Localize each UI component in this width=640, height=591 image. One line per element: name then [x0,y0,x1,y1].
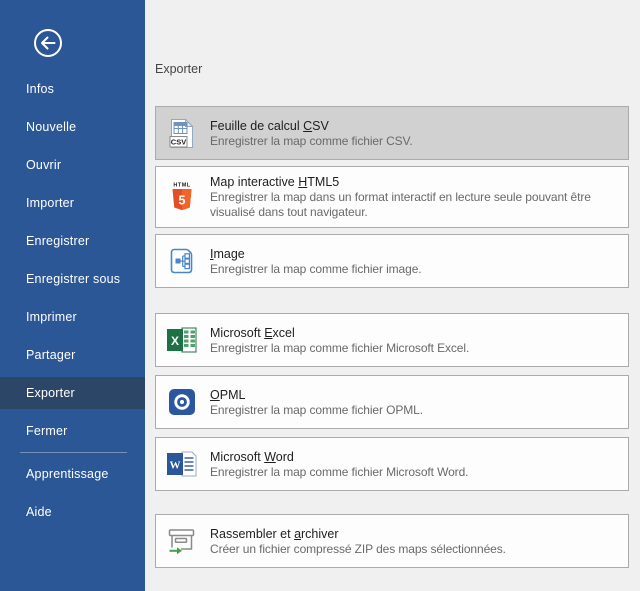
svg-text:CSV: CSV [171,137,186,146]
export-option-word[interactable]: W Microsoft Word Enregistrer la map comm… [155,437,629,491]
excel-icon: X [166,326,198,354]
option-title: Microsoft Excel [210,325,618,341]
sidebar-item-label: Enregistrer sous [26,272,120,286]
sidebar-item-apprentissage[interactable]: Apprentissage [0,455,145,493]
sidebar-item-aide[interactable]: Aide [0,493,145,531]
export-panel: Exporter CSV [145,0,640,591]
sidebar-item-label: Enregistrer [26,234,89,248]
sidebar-item-imprimer[interactable]: Imprimer [0,298,145,336]
sidebar-item-ouvrir[interactable]: Ouvrir [0,146,145,184]
image-file-icon [166,247,198,275]
sidebar-item-label: Exporter [26,386,75,400]
sidebar-item-partager[interactable]: Partager [0,336,145,374]
option-description: Enregistrer la map comme fichier OPML. [210,403,618,418]
backstage-sidebar: Infos Nouvelle Ouvrir Importer Enregistr… [0,0,145,591]
sidebar-item-label: Importer [26,196,74,210]
html5-icon: HTML 5 [166,181,198,213]
option-description: Créer un fichier compressé ZIP des maps … [210,542,618,557]
sidebar-item-label: Imprimer [26,310,77,324]
export-option-csv[interactable]: CSV Feuille de calcul CSV Enregistrer la… [155,106,629,160]
option-title: Map interactive HTML5 [210,174,618,190]
sidebar-item-importer[interactable]: Importer [0,184,145,222]
sidebar-item-nouvelle[interactable]: Nouvelle [0,108,145,146]
sidebar-divider [20,452,127,453]
sidebar-item-infos[interactable]: Infos [0,70,145,108]
csv-file-icon: CSV [166,118,198,149]
archive-icon [166,527,198,555]
sidebar-item-fermer[interactable]: Fermer [0,412,145,450]
svg-text:HTML: HTML [173,183,190,189]
sidebar-item-label: Nouvelle [26,120,76,134]
sidebar-item-label: Infos [26,82,54,96]
option-title: Image [210,246,618,262]
sidebar-item-label: Ouvrir [26,158,61,172]
svg-text:W: W [170,460,181,472]
page-title: Exporter [155,61,629,77]
export-option-html5[interactable]: HTML 5 Map interactive HTML5 Enregistrer… [155,166,629,228]
sidebar-item-enregistrer-sous[interactable]: Enregistrer sous [0,260,145,298]
svg-text:X: X [171,334,179,348]
option-title: Microsoft Word [210,449,618,465]
option-title: Rassembler et archiver [210,526,618,542]
app-window: Infos Nouvelle Ouvrir Importer Enregistr… [0,0,640,591]
sidebar-item-exporter[interactable]: Exporter [0,377,145,409]
option-title: Feuille de calcul CSV [210,118,618,134]
export-option-pack-and-go[interactable]: Rassembler et archiver Créer un fichier … [155,514,629,568]
option-title: OPML [210,387,618,403]
back-button[interactable] [30,26,66,62]
svg-text:5: 5 [179,194,186,208]
export-option-opml[interactable]: OPML Enregistrer la map comme fichier OP… [155,375,629,429]
option-description: Enregistrer la map dans un format intera… [210,190,618,220]
export-option-image[interactable]: Image Enregistrer la map comme fichier i… [155,234,629,288]
sidebar-item-enregistrer[interactable]: Enregistrer [0,222,145,260]
word-icon: W [166,450,198,478]
option-description: Enregistrer la map comme fichier Microso… [210,465,618,480]
option-description: Enregistrer la map comme fichier Microso… [210,341,618,356]
export-option-excel[interactable]: X Microsoft Excel Enregistrer la map com… [155,313,629,367]
back-arrow-icon [31,26,65,63]
sidebar-item-label: Fermer [26,424,67,438]
option-description: Enregistrer la map comme fichier image. [210,262,618,277]
sidebar-item-label: Partager [26,348,76,362]
opml-icon [166,389,198,415]
sidebar-item-label: Aide [26,505,52,519]
sidebar-item-label: Apprentissage [26,467,109,481]
option-description: Enregistrer la map comme fichier CSV. [210,134,618,149]
